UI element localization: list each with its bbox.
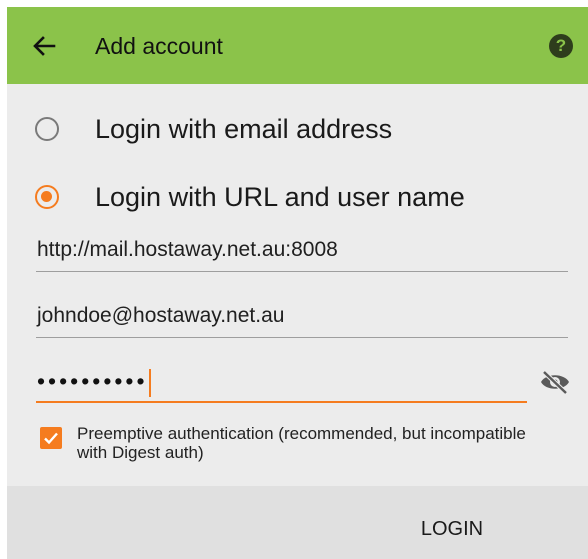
page-title: Add account bbox=[95, 33, 223, 59]
radio-unchecked-icon[interactable] bbox=[35, 117, 59, 141]
radio-checked-icon[interactable] bbox=[35, 185, 59, 209]
password-field[interactable]: •••••••••• bbox=[36, 359, 527, 403]
checkbox-checked-icon[interactable] bbox=[40, 427, 62, 449]
text-cursor bbox=[148, 369, 151, 397]
username-value: johndoe@hostaway.net.au bbox=[37, 304, 285, 327]
server-url-value: http://mail.hostaway.net.au:8008 bbox=[37, 238, 338, 261]
help-icon[interactable]: ? bbox=[549, 34, 573, 58]
toolbar: Add account ? bbox=[7, 7, 588, 84]
eye-off-icon[interactable] bbox=[539, 369, 571, 395]
bottom-action-bar: LOGIN bbox=[7, 486, 588, 559]
password-value: •••••••••• bbox=[37, 368, 151, 397]
radio-label-email: Login with email address bbox=[95, 113, 393, 144]
login-button[interactable]: LOGIN bbox=[397, 512, 507, 546]
preemptive-auth-label: Preemptive authentication (recommended, … bbox=[77, 424, 526, 462]
radio-login-email[interactable]: Login with email address bbox=[35, 107, 392, 151]
back-arrow-icon[interactable] bbox=[29, 31, 59, 61]
radio-login-url[interactable]: Login with URL and user name bbox=[35, 175, 465, 219]
username-field[interactable]: johndoe@hostaway.net.au bbox=[36, 294, 568, 338]
server-url-field[interactable]: http://mail.hostaway.net.au:8008 bbox=[36, 228, 568, 272]
add-account-screen: Add account ? Login with email address L… bbox=[7, 7, 588, 559]
radio-label-url: Login with URL and user name bbox=[95, 181, 465, 212]
